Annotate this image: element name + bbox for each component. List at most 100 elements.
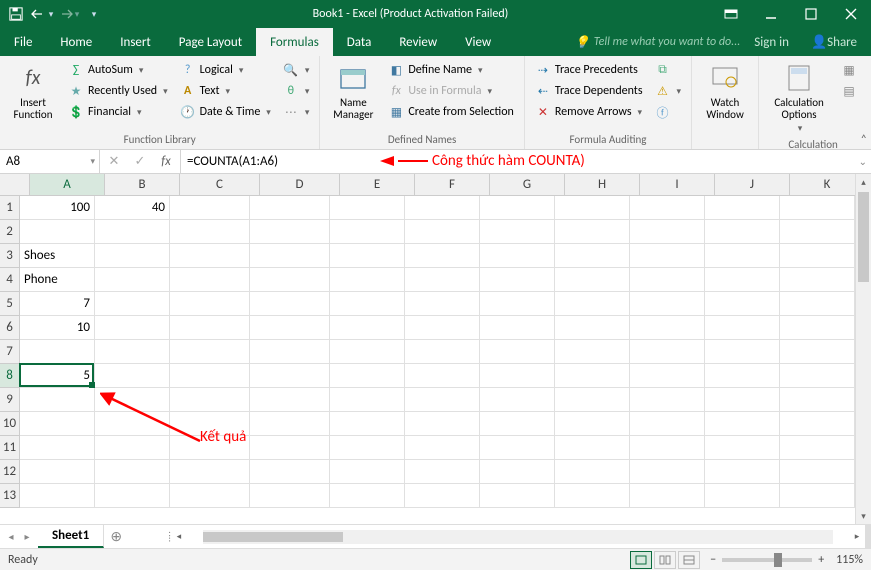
expand-formula-bar-icon[interactable]: ⌄ <box>859 155 867 168</box>
cell-G6[interactable] <box>480 316 555 340</box>
evaluate-formula-button[interactable]: ⓕ <box>651 102 686 122</box>
cell-D1[interactable] <box>250 196 330 220</box>
text-button[interactable]: AText▾ <box>176 81 275 101</box>
cell-F12[interactable] <box>405 460 480 484</box>
vertical-scrollbar[interactable]: ▴▾ <box>855 174 871 524</box>
cell-A5[interactable]: 7 <box>20 292 95 316</box>
tell-me-search[interactable]: 💡Tell me what you want to do... <box>575 35 740 50</box>
tab-file[interactable]: File <box>0 28 46 56</box>
cell-G11[interactable] <box>480 436 555 460</box>
cell-A11[interactable] <box>20 436 95 460</box>
calculation-options-button[interactable]: Calculation Options▾ <box>765 60 833 136</box>
cell-H1[interactable] <box>555 196 630 220</box>
cell-I4[interactable] <box>630 268 705 292</box>
row-header-12[interactable]: 12 <box>0 460 20 484</box>
enter-formula-icon[interactable]: ✓ <box>130 154 150 169</box>
date-time-button[interactable]: 🕐Date & Time▾ <box>176 102 275 122</box>
cell-H5[interactable] <box>555 292 630 316</box>
use-in-formula-button[interactable]: fxUse in Formula▾ <box>384 81 518 101</box>
cell-F2[interactable] <box>405 220 480 244</box>
tab-view[interactable]: View <box>451 28 505 56</box>
cell-I13[interactable] <box>630 484 705 508</box>
cell-F8[interactable] <box>405 364 480 388</box>
tab-data[interactable]: Data <box>333 28 386 56</box>
cell-J1[interactable] <box>705 196 780 220</box>
cell-G1[interactable] <box>480 196 555 220</box>
cell-E1[interactable] <box>330 196 405 220</box>
cell-E8[interactable] <box>330 364 405 388</box>
cell-B8[interactable] <box>95 364 170 388</box>
cell-K9[interactable] <box>780 388 855 412</box>
autosum-button[interactable]: ∑AutoSum▾ <box>64 60 172 80</box>
cell-D13[interactable] <box>250 484 330 508</box>
cell-K10[interactable] <box>780 412 855 436</box>
cell-A10[interactable] <box>20 412 95 436</box>
row-header-5[interactable]: 5 <box>0 292 20 316</box>
cell-E13[interactable] <box>330 484 405 508</box>
cell-I5[interactable] <box>630 292 705 316</box>
math-trig-button[interactable]: θ▾ <box>279 81 314 101</box>
cell-C6[interactable] <box>170 316 250 340</box>
cell-I12[interactable] <box>630 460 705 484</box>
cell-A6[interactable]: 10 <box>20 316 95 340</box>
save-icon[interactable] <box>4 2 28 26</box>
maximize-icon[interactable] <box>791 0 831 28</box>
create-from-selection-button[interactable]: ▦Create from Selection <box>384 102 518 122</box>
normal-view-button[interactable] <box>630 551 652 569</box>
cell-A9[interactable] <box>20 388 95 412</box>
cell-E9[interactable] <box>330 388 405 412</box>
cell-J5[interactable] <box>705 292 780 316</box>
cell-E10[interactable] <box>330 412 405 436</box>
define-name-button[interactable]: ◧Define Name▾ <box>384 60 518 80</box>
cell-K2[interactable] <box>780 220 855 244</box>
sign-in-button[interactable]: Sign in <box>744 28 799 56</box>
cell-H4[interactable] <box>555 268 630 292</box>
row-header-3[interactable]: 3 <box>0 244 20 268</box>
col-header-A[interactable]: A <box>30 174 105 196</box>
cancel-formula-icon[interactable]: ✕ <box>104 154 124 169</box>
cell-F3[interactable] <box>405 244 480 268</box>
cell-C13[interactable] <box>170 484 250 508</box>
cell-F11[interactable] <box>405 436 480 460</box>
row-header-10[interactable]: 10 <box>0 412 20 436</box>
fx-button[interactable]: fx <box>156 154 176 169</box>
cell-D5[interactable] <box>250 292 330 316</box>
minimize-icon[interactable] <box>751 0 791 28</box>
cell-H13[interactable] <box>555 484 630 508</box>
show-formulas-button[interactable]: ⧉ <box>651 60 686 80</box>
cell-B2[interactable] <box>95 220 170 244</box>
insert-function-button[interactable]: fx Insert Function <box>6 60 60 131</box>
hscroll-right[interactable]: ▸ <box>849 531 865 542</box>
cell-C1[interactable] <box>170 196 250 220</box>
row-header-4[interactable]: 4 <box>0 268 20 292</box>
cell-D7[interactable] <box>250 340 330 364</box>
col-header-J[interactable]: J <box>715 174 790 196</box>
name-manager-button[interactable]: Name Manager <box>326 60 380 131</box>
hscroll-left[interactable]: ◂ <box>171 531 187 542</box>
cell-K13[interactable] <box>780 484 855 508</box>
cell-D8[interactable] <box>250 364 330 388</box>
more-functions-button[interactable]: ⋯▾ <box>279 102 314 122</box>
row-header-13[interactable]: 13 <box>0 484 20 508</box>
tab-review[interactable]: Review <box>385 28 451 56</box>
row-header-9[interactable]: 9 <box>0 388 20 412</box>
cell-A7[interactable] <box>20 340 95 364</box>
remove-arrows-button[interactable]: ✕Remove Arrows▾ <box>531 102 647 122</box>
cell-A1[interactable]: 100 <box>20 196 95 220</box>
cell-D11[interactable] <box>250 436 330 460</box>
cell-A12[interactable] <box>20 460 95 484</box>
cell-E11[interactable] <box>330 436 405 460</box>
cell-C3[interactable] <box>170 244 250 268</box>
row-header-2[interactable]: 2 <box>0 220 20 244</box>
cell-A8[interactable]: 5 <box>20 364 95 388</box>
row-header-6[interactable]: 6 <box>0 316 20 340</box>
cell-D4[interactable] <box>250 268 330 292</box>
col-header-F[interactable]: F <box>415 174 490 196</box>
redo-icon[interactable]: ▾ <box>56 2 80 26</box>
row-header-7[interactable]: 7 <box>0 340 20 364</box>
lookup-reference-button[interactable]: 🔍▾ <box>279 60 314 80</box>
cell-F1[interactable] <box>405 196 480 220</box>
row-header-8[interactable]: 8 <box>0 364 20 388</box>
cell-F9[interactable] <box>405 388 480 412</box>
tab-insert[interactable]: Insert <box>106 28 165 56</box>
